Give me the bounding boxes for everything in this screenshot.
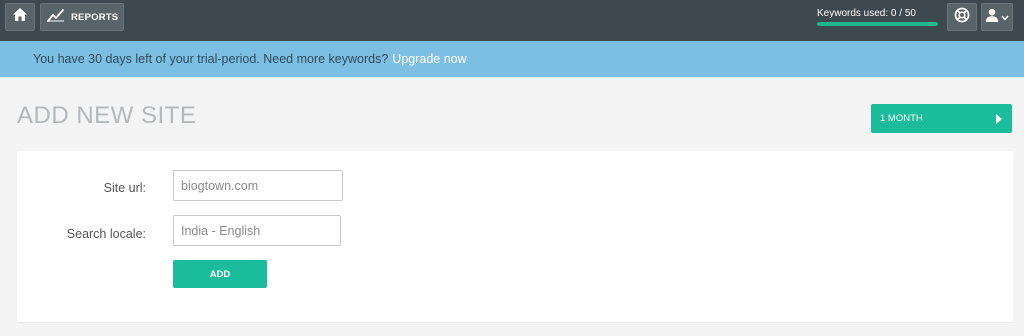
user-icon xyxy=(985,8,999,27)
period-selector-button[interactable]: 1 MONTH xyxy=(871,104,1012,133)
chart-line-icon xyxy=(47,8,65,27)
keywords-used-label: Keywords used: 0 / 50 xyxy=(817,8,916,19)
reports-label: REPORTS xyxy=(71,11,119,23)
home-icon xyxy=(12,7,28,27)
lifebuoy-icon xyxy=(954,7,970,28)
home-button[interactable] xyxy=(5,3,35,31)
trial-banner: You have 30 days left of your trial-peri… xyxy=(0,41,1024,77)
help-button[interactable] xyxy=(947,3,977,31)
site-url-input[interactable] xyxy=(173,170,343,201)
reports-button[interactable]: REPORTS xyxy=(40,3,124,31)
user-menu-button[interactable] xyxy=(981,3,1013,31)
search-locale-label: Search locale: xyxy=(66,227,146,241)
page-title: ADD NEW SITE xyxy=(17,102,197,129)
top-navigation-bar: REPORTS Keywords used: 0 / 50 xyxy=(0,0,1024,41)
chevron-down-icon xyxy=(1001,8,1009,26)
add-site-form-card: Site url: Search locale: ADD xyxy=(17,151,1013,322)
trial-message: You have 30 days left of your trial-peri… xyxy=(33,52,389,66)
site-url-label: Site url: xyxy=(103,181,146,195)
period-label: 1 MONTH xyxy=(880,113,923,124)
search-locale-input[interactable] xyxy=(173,215,341,246)
caret-right-icon xyxy=(996,113,1002,124)
keywords-progress-bar xyxy=(817,22,938,26)
upgrade-now-link[interactable]: Upgrade now xyxy=(392,52,466,66)
add-button[interactable]: ADD xyxy=(173,260,267,288)
